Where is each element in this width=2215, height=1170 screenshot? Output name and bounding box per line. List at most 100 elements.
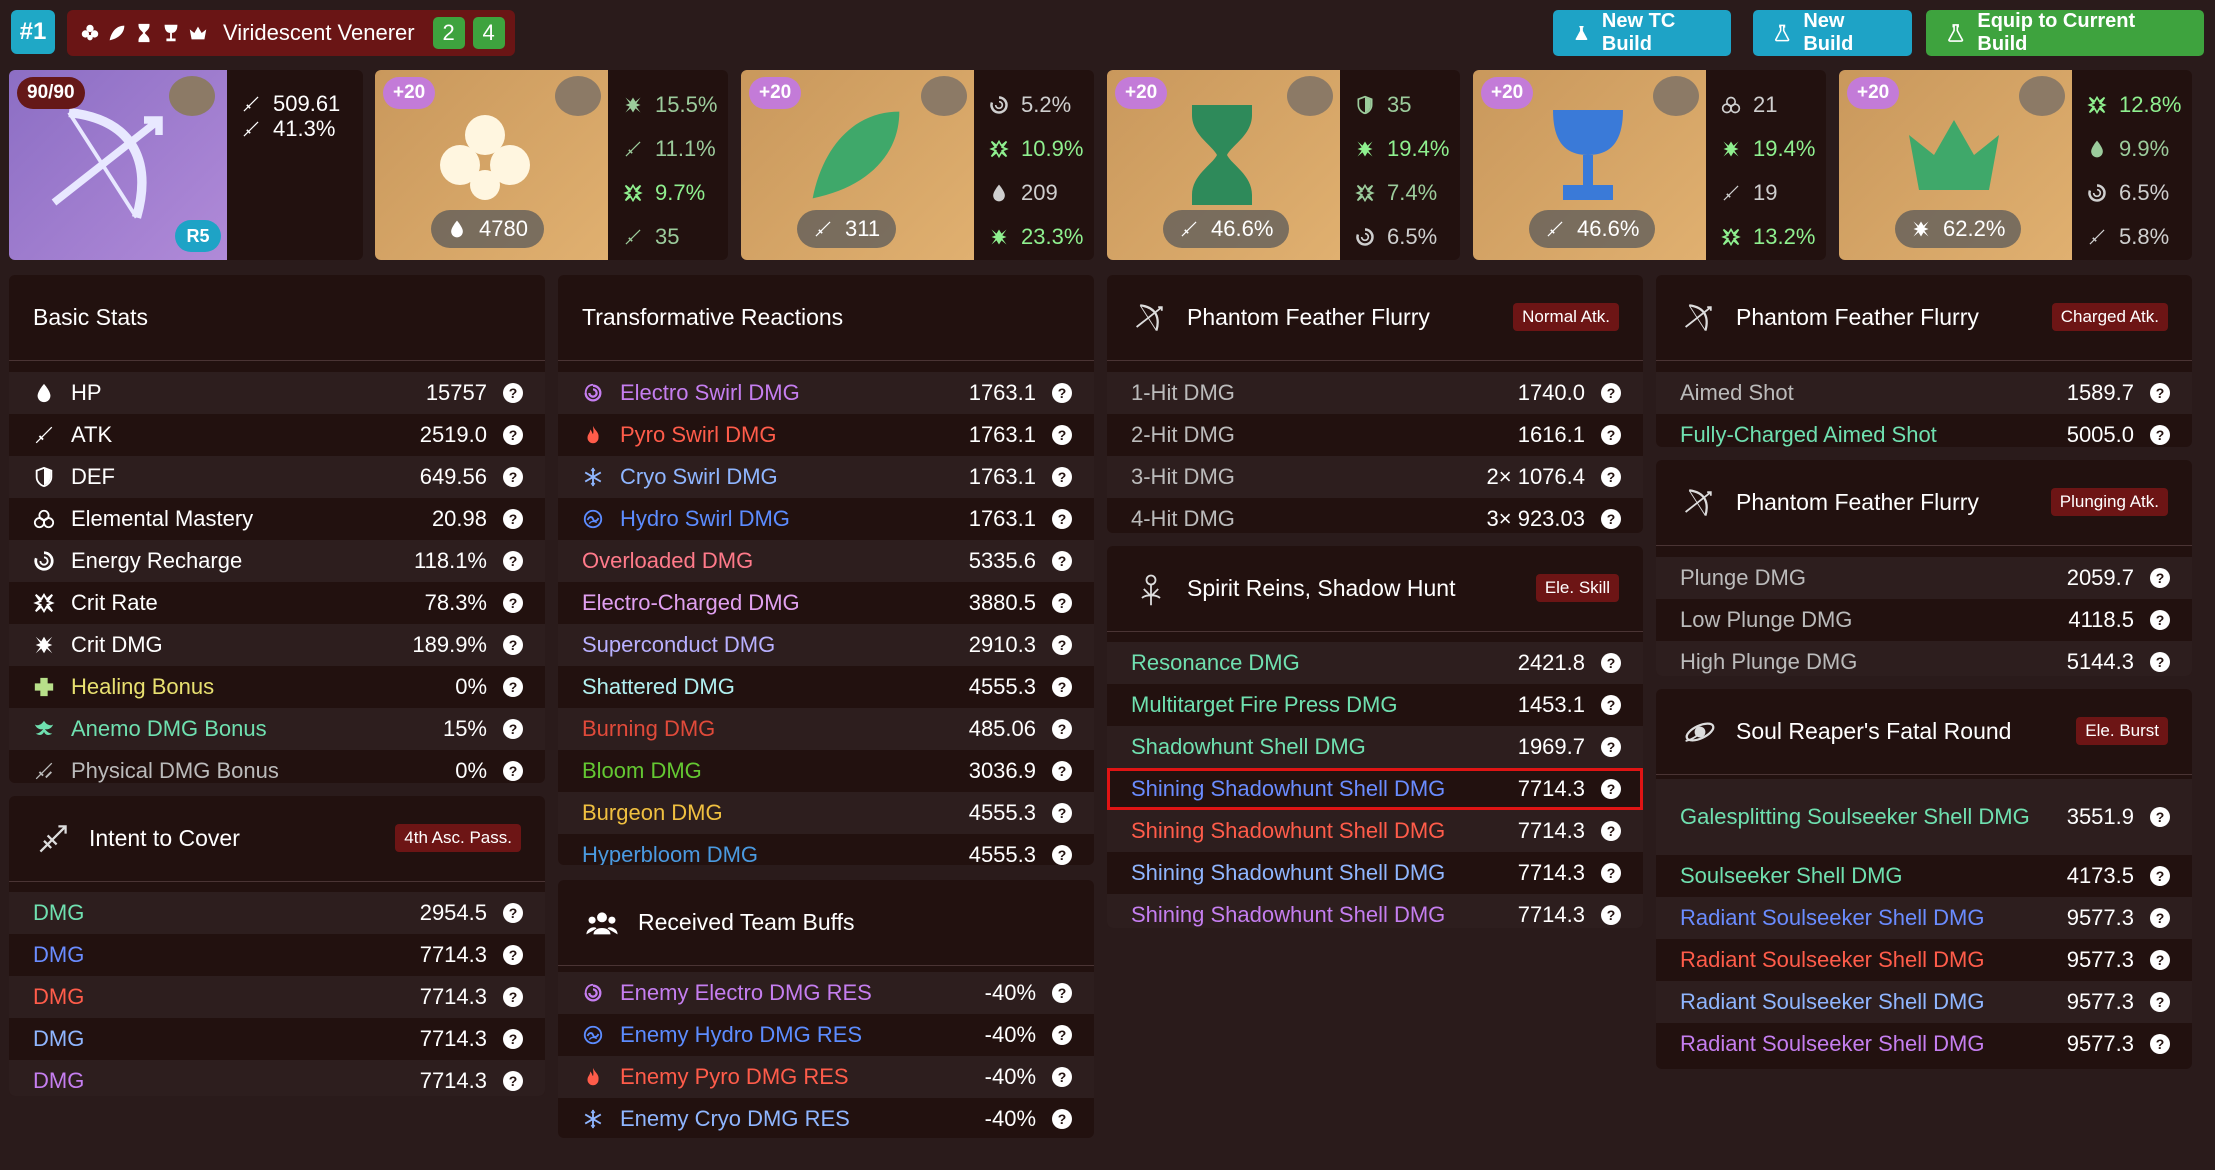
help-icon[interactable]: ? [1052, 425, 1072, 445]
help-icon[interactable]: ? [1601, 425, 1621, 445]
dmg-label: Soulseeker Shell DMG [1680, 863, 1903, 888]
help-icon[interactable]: ? [1601, 863, 1621, 883]
help-icon[interactable]: ? [1052, 677, 1072, 697]
help-icon[interactable]: ? [1052, 1109, 1072, 1129]
help-icon[interactable]: ? [2150, 610, 2170, 630]
help-icon[interactable]: ? [2150, 568, 2170, 588]
reaction-label: Burgeon DMG [582, 800, 723, 825]
artifact-image: +20 4780 [375, 70, 608, 260]
help-icon[interactable]: ? [1601, 779, 1621, 799]
help-icon[interactable]: ? [1052, 467, 1072, 487]
help-icon[interactable]: ? [1601, 653, 1621, 673]
help-icon[interactable]: ? [503, 383, 523, 403]
dmg-row: Shining Shadowhunt Shell DMG 7714.3? [1107, 894, 1643, 928]
physical-icon [33, 760, 55, 782]
new-build-button[interactable]: New Build [1753, 10, 1912, 56]
panel-title: Phantom Feather Flurry [1736, 304, 1979, 330]
help-icon[interactable]: ? [2150, 992, 2170, 1012]
weapon-image: 90/90 R5 [9, 70, 227, 260]
plunging-attack-icon [1680, 483, 1720, 523]
help-icon[interactable]: ? [1601, 821, 1621, 841]
help-icon[interactable]: ? [1601, 905, 1621, 925]
dmg-rows: Plunge DMG 2059.7? Low Plunge DMG 4118.5? … [1656, 546, 2192, 676]
artifact-card-goblet[interactable]: +20 46.6% 21 19.4% 19 13.2% [1473, 70, 1826, 260]
help-icon[interactable]: ? [503, 903, 523, 923]
help-icon[interactable]: ? [503, 593, 523, 613]
set-bonus-chip[interactable]: Viridescent Venerer 2 4 [67, 10, 515, 56]
help-icon[interactable]: ? [503, 1071, 523, 1091]
help-icon[interactable]: ? [503, 987, 523, 1007]
stat-label: HP [71, 380, 102, 405]
help-icon[interactable]: ? [1052, 983, 1072, 1003]
weapon-level-badge: 90/90 [17, 77, 85, 109]
elemental-skill-icon [1131, 569, 1171, 609]
help-icon[interactable]: ? [503, 635, 523, 655]
help-icon[interactable]: ? [1052, 1025, 1072, 1045]
help-icon[interactable]: ? [503, 761, 523, 781]
artifact-main-stat: 4780 [431, 210, 544, 248]
help-icon[interactable]: ? [1601, 509, 1621, 529]
dmg-label: DMG [33, 984, 85, 1009]
dmg-row: Radiant Soulseeker Shell DMG 9577.3? [1656, 897, 2192, 939]
hydro-icon [582, 508, 604, 530]
help-icon[interactable]: ? [2150, 908, 2170, 928]
artifact-card-circlet[interactable]: +20 62.2% 12.8% 9.9% 6.5% 5.8% [1839, 70, 2192, 260]
buff-row: Enemy Cryo DMG RES -40%? [558, 1098, 1094, 1138]
help-icon[interactable]: ? [2150, 1034, 2170, 1054]
artifact-card-plume[interactable]: +20 311 5.2% 10.9% 209 23.3% [741, 70, 1094, 260]
artifact-card-flower[interactable]: +20 4780 15.5% 11.1% 9.7% 35 [375, 70, 728, 260]
dmg-row-highlighted[interactable]: Shining Shadowhunt Shell DMG 7714.3? [1107, 768, 1643, 810]
buff-value: -40% [984, 1022, 1036, 1047]
new-tc-build-button[interactable]: New TC Build [1553, 10, 1731, 56]
help-icon[interactable]: ? [2150, 866, 2170, 886]
dmg-row: DMG 7714.3? [9, 1060, 545, 1096]
help-icon[interactable]: ? [2150, 807, 2170, 827]
stat-value: 15757 [425, 380, 487, 405]
help-icon[interactable]: ? [503, 551, 523, 571]
dmg-rows: Aimed Shot 1589.7? Fully-Charged Aimed Sh… [1656, 361, 2192, 447]
panel-title: Soul Reaper's Fatal Round [1736, 718, 2012, 744]
help-icon[interactable]: ? [1052, 719, 1072, 739]
substat: 15.5% [623, 83, 717, 127]
help-icon[interactable]: ? [503, 719, 523, 739]
help-icon[interactable]: ? [503, 1029, 523, 1049]
help-icon[interactable]: ? [1052, 635, 1072, 655]
help-icon[interactable]: ? [1601, 695, 1621, 715]
help-icon[interactable]: ? [1052, 593, 1072, 613]
substat: 11.1% [623, 127, 717, 171]
reaction-value: 485.06 [968, 716, 1036, 741]
normal-attack-icon [1131, 298, 1171, 338]
help-icon[interactable]: ? [1052, 383, 1072, 403]
stat-value: 189.9% [412, 632, 487, 657]
top-bar: #1 Viridescent Venerer 2 4 New TC Build … [11, 10, 2204, 56]
help-icon[interactable]: ? [1052, 1067, 1072, 1087]
help-icon[interactable]: ? [503, 509, 523, 529]
help-icon[interactable]: ? [1601, 467, 1621, 487]
panel-header: Spirit Reins, Shadow Hunt Ele. Skill [1107, 546, 1643, 632]
help-icon[interactable]: ? [2150, 383, 2170, 403]
equip-to-current-build-button[interactable]: Equip to Current Build [1926, 10, 2204, 56]
help-icon[interactable]: ? [503, 425, 523, 445]
crit-rate-icon [623, 183, 643, 203]
help-icon[interactable]: ? [2150, 950, 2170, 970]
set-name: Viridescent Venerer [223, 20, 415, 45]
help-icon[interactable]: ? [503, 677, 523, 697]
dmg-label: DMG [33, 1026, 85, 1051]
help-icon[interactable]: ? [1601, 737, 1621, 757]
artifact-card-sands[interactable]: +20 46.6% 35 19.4% 7.4% 6.5% [1107, 70, 1460, 260]
help-icon[interactable]: ? [503, 945, 523, 965]
dmg-value: 9577.3 [2066, 1031, 2134, 1056]
buff-rows: Enemy Electro DMG RES -40%? Enemy Hydro D… [558, 966, 1094, 1138]
buff-value: -40% [984, 1064, 1036, 1089]
help-icon[interactable]: ? [2150, 652, 2170, 672]
help-icon[interactable]: ? [1052, 761, 1072, 781]
help-icon[interactable]: ? [503, 467, 523, 487]
help-icon[interactable]: ? [2150, 425, 2170, 445]
help-icon[interactable]: ? [1052, 551, 1072, 571]
weapon-card[interactable]: 90/90 R5 509.61 41.3% [9, 70, 363, 260]
help-icon[interactable]: ? [1052, 803, 1072, 823]
atk-icon [1721, 183, 1741, 203]
help-icon[interactable]: ? [1052, 845, 1072, 865]
help-icon[interactable]: ? [1601, 383, 1621, 403]
help-icon[interactable]: ? [1052, 509, 1072, 529]
